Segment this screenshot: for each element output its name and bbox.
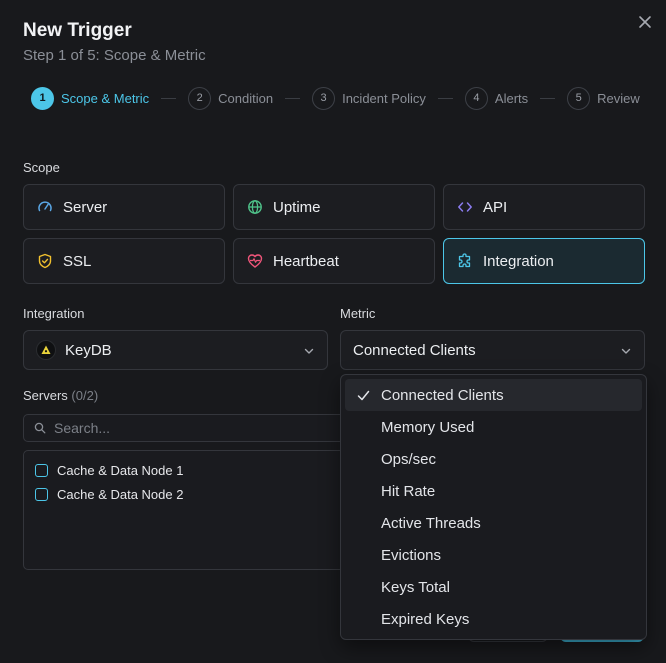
scope-options: Server Uptime API SSL Heartbeat Integrat… <box>23 184 645 284</box>
step-divider <box>285 97 301 99</box>
modal-title: New Trigger <box>23 20 132 41</box>
step-divider <box>161 97 177 99</box>
metric-option[interactable]: Ops/sec <box>345 443 642 475</box>
integration-label: Integration <box>23 306 85 321</box>
server-item[interactable]: Cache & Data Node 2 <box>24 482 352 506</box>
stepper: 1 Scope & Metric 2 Condition 3 Incident … <box>31 86 640 110</box>
step-label: Condition <box>218 90 274 106</box>
step-number: 4 <box>464 86 488 110</box>
step-number: 5 <box>567 86 591 110</box>
server-search <box>23 414 353 442</box>
step-number: 2 <box>188 86 212 110</box>
metric-option-label: Memory Used <box>381 418 475 436</box>
metric-option[interactable]: Connected Clients <box>345 379 642 411</box>
servers-count: (0/2) <box>71 388 99 403</box>
metric-option-label: Evictions <box>381 546 442 564</box>
scope-option-label: Server <box>63 198 108 216</box>
scope-option-uptime[interactable]: Uptime <box>233 184 435 230</box>
metric-option-label: Ops/sec <box>381 450 437 468</box>
metric-dropdown-menu: Connected Clients Memory Used Ops/sec Hi… <box>340 374 647 640</box>
check-icon <box>357 390 370 401</box>
step-divider <box>540 97 556 99</box>
metric-option-label: Keys Total <box>381 578 450 596</box>
scope-option-server[interactable]: Server <box>23 184 225 230</box>
server-item-label: Cache & Data Node 2 <box>57 486 184 502</box>
server-item[interactable]: Cache & Data Node 1 <box>24 458 352 482</box>
modal-subtitle: Step 1 of 5: Scope & Metric <box>23 47 206 64</box>
search-icon <box>34 422 46 434</box>
chevron-down-icon <box>621 348 631 354</box>
scope-option-label: Integration <box>483 252 554 270</box>
server-search-input[interactable] <box>54 420 334 436</box>
scope-option-label: Uptime <box>273 198 321 216</box>
metric-option[interactable]: Expired Keys <box>345 603 642 635</box>
server-checkbox[interactable] <box>35 487 48 501</box>
code-icon <box>458 202 472 212</box>
scope-option-heartbeat[interactable]: Heartbeat <box>233 238 435 284</box>
metric-option-label: Hit Rate <box>381 482 436 500</box>
metric-label: Metric <box>340 306 376 321</box>
step-label: Alerts <box>494 90 529 106</box>
scope-option-ssl[interactable]: SSL <box>23 238 225 284</box>
metric-option[interactable]: Active Threads <box>345 507 642 539</box>
metric-option[interactable]: Memory Used <box>345 411 642 443</box>
new-trigger-modal: New Trigger Step 1 of 5: Scope & Metric … <box>0 0 666 663</box>
integration-select[interactable]: KeyDB <box>23 330 328 370</box>
step-label: Incident Policy <box>342 90 426 106</box>
metric-option-label: Active Threads <box>381 514 481 532</box>
scope-option-label: SSL <box>63 252 92 270</box>
metric-option-label: Expired Keys <box>381 610 470 628</box>
servers-label: Servers (0/2) <box>23 388 98 403</box>
server-checkbox[interactable] <box>35 463 48 477</box>
step-label: Review <box>597 90 640 106</box>
servers-label-text: Servers <box>23 388 68 403</box>
scope-option-label: API <box>483 198 508 216</box>
heart-pulse-icon <box>247 254 263 268</box>
shield-icon <box>38 253 52 269</box>
metric-option-label: Connected Clients <box>381 386 504 404</box>
metric-value: Connected Clients <box>353 341 476 359</box>
globe-icon <box>248 200 262 214</box>
scope-option-api[interactable]: API <box>443 184 645 230</box>
step-condition[interactable]: 2 Condition <box>188 86 274 110</box>
scope-option-label: Heartbeat <box>273 252 339 270</box>
step-incident-policy[interactable]: 3 Incident Policy <box>312 86 426 110</box>
metric-option[interactable]: Evictions <box>345 539 642 571</box>
step-label: Scope & Metric <box>61 90 150 106</box>
server-list: Cache & Data Node 1 Cache & Data Node 2 <box>23 450 353 570</box>
gauge-icon <box>38 201 52 212</box>
metric-option[interactable]: Hit Rate <box>345 475 642 507</box>
scope-option-integration[interactable]: Integration <box>443 238 645 284</box>
step-scope-metric[interactable]: 1 Scope & Metric <box>31 86 150 110</box>
step-divider <box>437 97 453 99</box>
puzzle-icon <box>458 253 471 268</box>
step-number: 3 <box>312 86 336 110</box>
step-review[interactable]: 5 Review <box>567 86 640 110</box>
server-item-label: Cache & Data Node 1 <box>57 462 184 478</box>
metric-option[interactable]: Keys Total <box>345 571 642 603</box>
step-alerts[interactable]: 4 Alerts <box>464 86 529 110</box>
step-number: 1 <box>31 86 54 110</box>
close-icon[interactable] <box>636 13 654 31</box>
keydb-logo-icon <box>36 340 56 360</box>
chevron-down-icon <box>304 348 314 354</box>
metric-select[interactable]: Connected Clients <box>340 330 645 370</box>
integration-value: KeyDB <box>65 341 112 359</box>
scope-label: Scope <box>23 160 60 175</box>
